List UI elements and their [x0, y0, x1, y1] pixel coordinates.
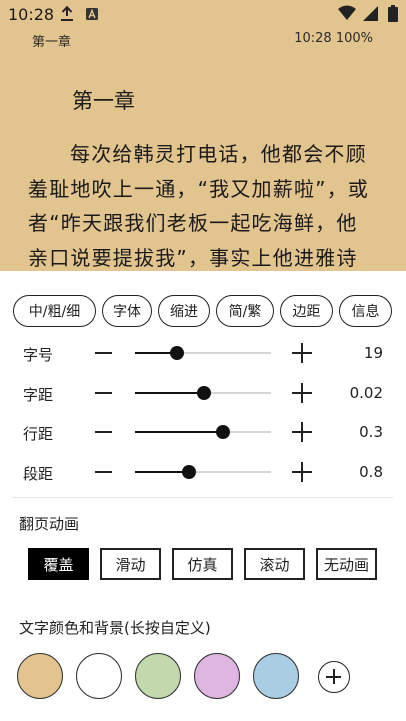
plus-icon[interactable] [292, 383, 312, 403]
wifi-icon [338, 5, 356, 20]
paragraph-spacing-value: 0.8 [359, 463, 383, 481]
status-time: 10:28 [8, 5, 55, 24]
line-spacing-row: 行距 0.3 [0, 417, 406, 447]
margin-chip[interactable]: 边距 [280, 295, 333, 327]
anim-scroll-button[interactable]: 滚动 [244, 548, 305, 580]
minus-icon[interactable] [95, 352, 112, 354]
letter-spacing-value: 0.02 [349, 384, 383, 402]
font-size-slider[interactable] [135, 346, 271, 360]
slider-thumb[interactable] [216, 425, 231, 439]
plus-icon[interactable] [292, 343, 312, 363]
letter-spacing-label: 字距 [23, 386, 54, 404]
line-spacing-label: 行距 [23, 425, 54, 443]
body-line: 羞耻地吹上一通，“我又加薪啦”，或 [28, 176, 370, 201]
font-size-label: 字号 [23, 346, 54, 364]
font-chip[interactable]: 字体 [102, 295, 152, 327]
battery-icon [388, 5, 398, 22]
letter-spacing-slider[interactable] [135, 386, 271, 400]
info-chip[interactable]: 信息 [339, 295, 392, 327]
cellular-icon [363, 6, 378, 21]
minus-icon[interactable] [95, 431, 112, 433]
font-size-row: 字号 19 [0, 338, 406, 368]
body-line: 亲口说要提拔我”，事实上他进雅诗 [28, 245, 358, 270]
body-line: 者“昨天跟我们老板一起吃海鲜，他 [28, 211, 358, 235]
font-size-value: 19 [363, 344, 383, 362]
slider-thumb[interactable] [197, 386, 212, 400]
indent-chip[interactable]: 缩进 [158, 295, 210, 327]
page-animation-title: 翻页动画 [19, 515, 80, 533]
swatch-blue[interactable] [253, 653, 299, 699]
body-line: 每次给韩灵打电话，他都会不顾 [70, 142, 367, 166]
time-battery-info: 10:28 100% [294, 31, 373, 46]
chapter-body: 每次给韩灵打电话，他都会不顾 羞耻地吹上一通，“我又加薪啦”，或 者“昨天跟我们… [28, 137, 388, 271]
divider [12, 497, 394, 498]
slider-thumb[interactable] [170, 346, 185, 360]
letter-spacing-row: 字距 0.02 [0, 378, 406, 408]
add-color-icon[interactable] [318, 661, 350, 693]
anim-cover-button[interactable]: 覆盖 [28, 548, 89, 580]
plus-icon[interactable] [292, 462, 312, 482]
swatch-green[interactable] [135, 653, 181, 699]
line-spacing-value: 0.3 [359, 423, 383, 441]
swatch-lavender[interactable] [194, 653, 240, 699]
minus-icon[interactable] [95, 471, 112, 473]
paragraph-spacing-slider[interactable] [135, 465, 271, 479]
download-icon [61, 6, 73, 21]
line-spacing-slider[interactable] [135, 425, 271, 439]
slider-thumb[interactable] [182, 465, 197, 479]
swatch-tan[interactable] [17, 653, 63, 699]
paragraph-spacing-label: 段距 [23, 465, 54, 483]
anim-none-button[interactable]: 无动画 [316, 548, 377, 580]
reader-page[interactable]: 10:28 第一章 10:28 100% 第一章 每次给韩灵打电话，他都会不顾 … [0, 0, 406, 271]
minus-icon[interactable] [95, 392, 112, 394]
simplified-traditional-chip[interactable]: 简/繁 [216, 295, 274, 327]
a-notification-icon [86, 8, 98, 20]
swatch-white[interactable] [76, 653, 122, 699]
color-background-title: 文字颜色和背景(长按自定义) [19, 619, 211, 637]
plus-icon[interactable] [292, 422, 312, 442]
paragraph-spacing-row: 段距 0.8 [0, 457, 406, 487]
font-weight-chip[interactable]: 中/粗/细 [13, 295, 96, 327]
status-bar: 10:28 [0, 0, 406, 28]
anim-simulation-button[interactable]: 仿真 [172, 548, 233, 580]
reading-settings-panel: 中/粗/细 字体 缩进 简/繁 边距 信息 字号 19 字距 0.02 行距 0… [0, 271, 406, 721]
chapter-title: 第一章 [72, 89, 135, 113]
chapter-header: 第一章 [32, 35, 72, 50]
anim-slide-button[interactable]: 滑动 [100, 548, 161, 580]
